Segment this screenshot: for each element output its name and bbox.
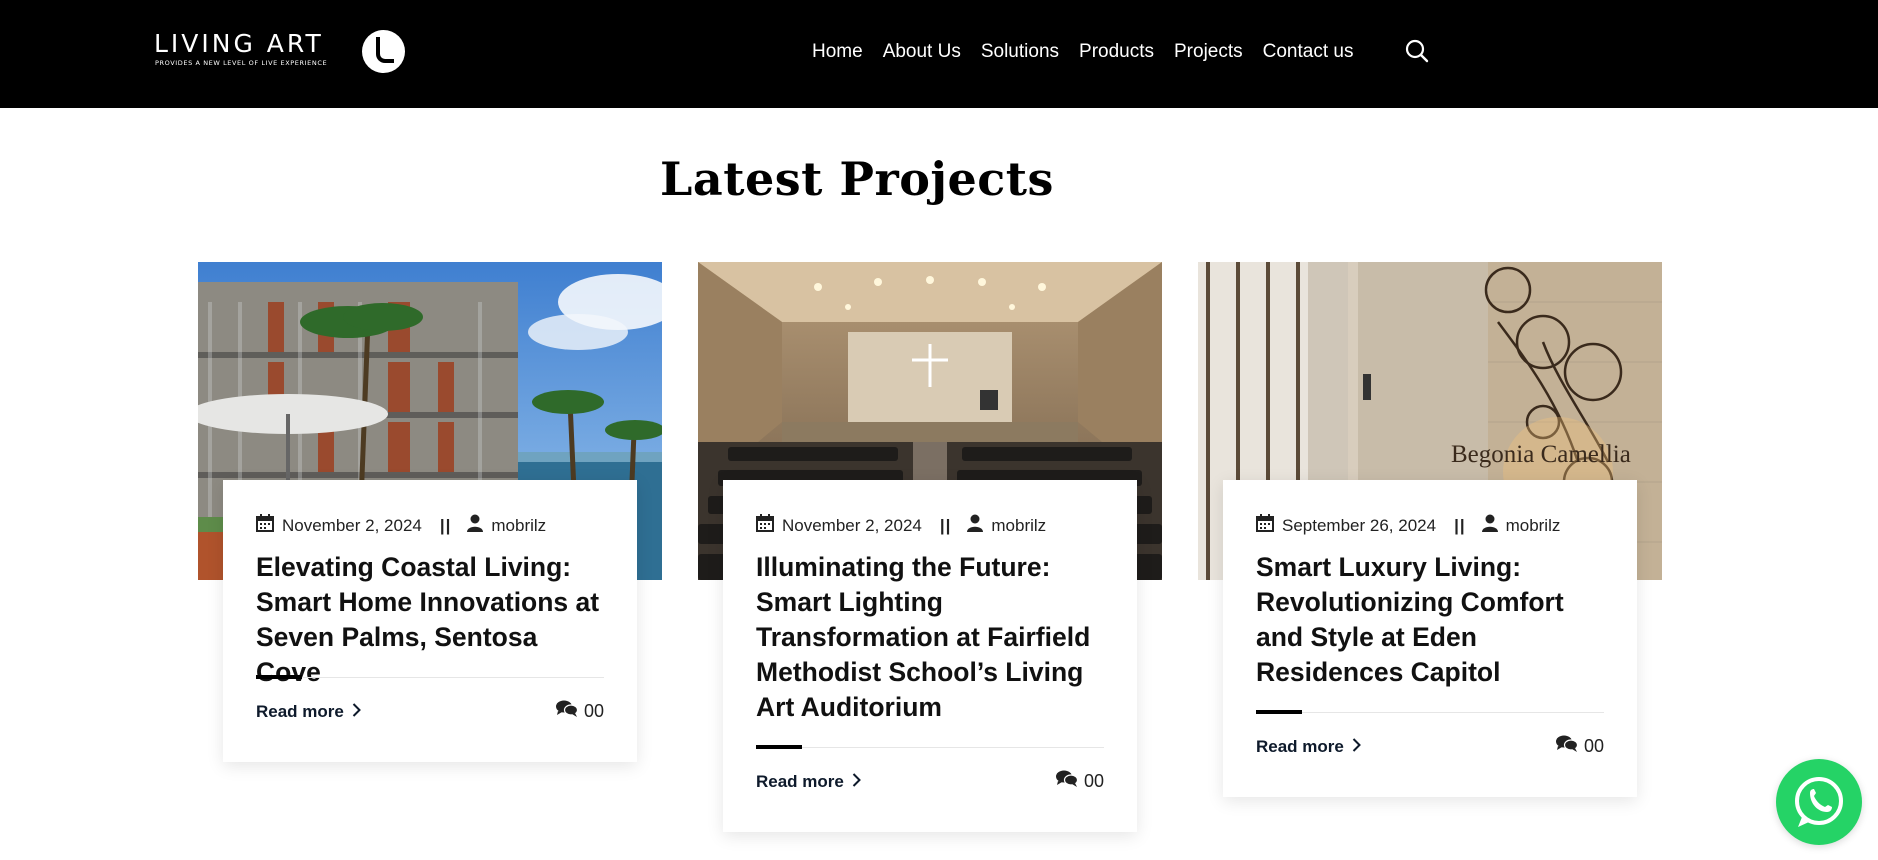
user-icon <box>467 514 491 537</box>
comments-icon <box>1555 735 1579 758</box>
comment-count[interactable]: 00 <box>1055 770 1104 793</box>
post-author[interactable]: mobrilz <box>491 516 546 536</box>
nav-item-home[interactable]: Home <box>812 38 863 66</box>
card-divider-accent <box>756 745 802 749</box>
read-more-link[interactable]: Read more <box>256 702 361 722</box>
card-meta: September 26, 2024 || mobrilz <box>1256 514 1560 537</box>
comments-icon <box>1055 770 1079 793</box>
whatsapp-icon <box>1776 777 1862 849</box>
read-more-link[interactable]: Read more <box>756 772 861 792</box>
nav-item-solutions[interactable]: Solutions <box>981 38 1059 66</box>
comment-count-value: 00 <box>583 701 604 721</box>
card-divider <box>256 677 604 678</box>
logo-badge-icon <box>362 30 405 73</box>
image-sign-text: Begonia Camellia <box>1451 441 1631 468</box>
whatsapp-button[interactable] <box>1776 759 1862 845</box>
comment-count-value: 00 <box>1083 771 1104 791</box>
meta-separator: || <box>939 515 952 535</box>
project-title[interactable]: Elevating Coastal Living: Smart Home Inn… <box>256 550 608 690</box>
card-meta: November 2, 2024 || mobrilz <box>756 514 1046 537</box>
read-more-label: Read more <box>756 772 844 791</box>
card-divider-accent <box>256 675 302 679</box>
project-card-2: November 2, 2024 || mobrilz Illuminating… <box>723 480 1137 832</box>
user-icon <box>967 514 991 537</box>
section-title: Latest Projects <box>660 152 1054 206</box>
post-date: November 2, 2024 <box>782 515 922 535</box>
project-card-1: November 2, 2024 || mobrilz Elevating Co… <box>223 480 637 762</box>
project-card-3: September 26, 2024 || mobrilz Smart Luxu… <box>1223 480 1637 797</box>
read-more-link[interactable]: Read more <box>1256 737 1361 757</box>
comment-count[interactable]: 00 <box>555 700 604 723</box>
main-nav: Home About Us Solutions Products Project… <box>812 38 1353 66</box>
site-header: LIVING ART PROVIDES A NEW LEVEL OF LIVE … <box>0 0 1878 108</box>
logo-tagline: PROVIDES A NEW LEVEL OF LIVE EXPERIENCE <box>155 59 328 67</box>
project-title[interactable]: Illuminating the Future: Smart Lighting … <box>756 550 1108 725</box>
calendar-icon <box>256 514 282 537</box>
project-title[interactable]: Smart Luxury Living: Revolutionizing Com… <box>1256 550 1608 690</box>
user-icon <box>1481 514 1506 537</box>
post-author[interactable]: mobrilz <box>991 516 1046 536</box>
nav-item-about-us[interactable]: About Us <box>883 38 961 66</box>
card-divider <box>1256 712 1604 713</box>
calendar-icon <box>1256 514 1282 537</box>
search-icon[interactable] <box>1404 38 1430 64</box>
comment-count[interactable]: 00 <box>1555 735 1604 758</box>
read-more-label: Read more <box>1256 737 1344 756</box>
post-date: November 2, 2024 <box>282 515 422 535</box>
site-logo[interactable]: LIVING ART PROVIDES A NEW LEVEL OF LIVE … <box>154 30 406 74</box>
nav-item-projects[interactable]: Projects <box>1174 38 1243 66</box>
comment-count-value: 00 <box>1583 736 1604 756</box>
nav-item-contact-us[interactable]: Contact us <box>1263 38 1354 66</box>
meta-separator: || <box>439 515 452 535</box>
read-more-label: Read more <box>256 702 344 721</box>
nav-item-products[interactable]: Products <box>1079 38 1154 66</box>
chevron-right-icon <box>352 702 361 722</box>
chevron-right-icon <box>1352 737 1361 757</box>
card-divider <box>756 747 1104 748</box>
meta-separator: || <box>1454 515 1466 535</box>
post-author[interactable]: mobrilz <box>1506 516 1561 536</box>
post-date: September 26, 2024 <box>1282 515 1437 535</box>
card-meta: November 2, 2024 || mobrilz <box>256 514 546 537</box>
logo-wordmark: LIVING ART <box>154 29 324 58</box>
card-divider-accent <box>1256 710 1302 714</box>
calendar-icon <box>756 514 782 537</box>
chevron-right-icon <box>852 772 861 792</box>
comments-icon <box>555 700 579 723</box>
